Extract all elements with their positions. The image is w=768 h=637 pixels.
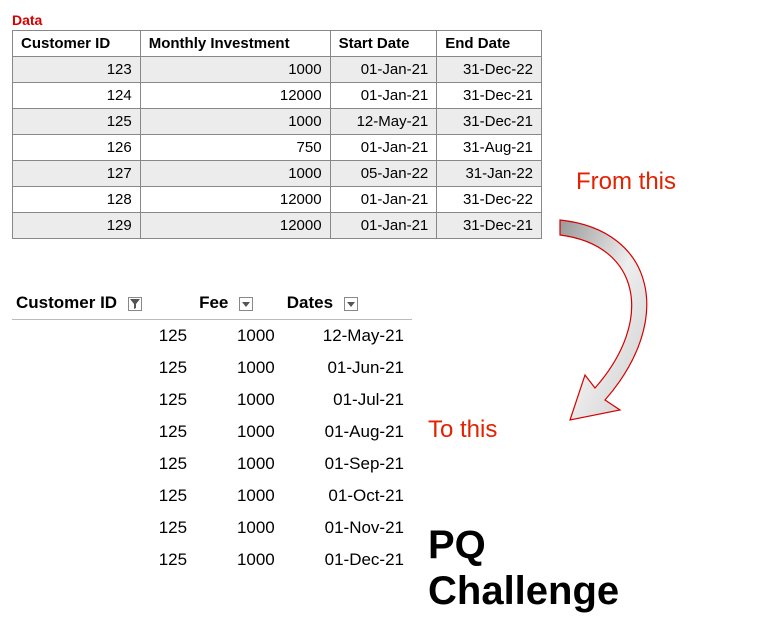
col-header-start-date: Start Date <box>330 31 437 57</box>
table-row: 12675001-Jan-2131-Aug-21 <box>13 135 542 161</box>
cell-date: 01-Jun-21 <box>283 352 412 384</box>
cell-customer-id: 126 <box>13 135 141 161</box>
table-row: 125100001-Sep-21 <box>12 448 412 480</box>
col-header-fee[interactable]: Fee <box>195 287 283 320</box>
cell-fee: 1000 <box>195 416 283 448</box>
cell-end-date: 31-Aug-21 <box>437 135 542 161</box>
table-row: 125100001-Dec-21 <box>12 544 412 576</box>
cell-start-date: 01-Jan-21 <box>330 57 437 83</box>
cell-start-date: 01-Jan-21 <box>330 213 437 239</box>
cell-customer-id: 125 <box>12 512 195 544</box>
cell-fee: 1000 <box>195 320 283 353</box>
cell-date: 01-Dec-21 <box>283 544 412 576</box>
cell-monthly-investment: 1000 <box>140 57 330 83</box>
dropdown-icon[interactable] <box>344 297 358 311</box>
to-this-label: To this <box>428 416 497 444</box>
table-row: 1241200001-Jan-2131-Dec-21 <box>13 83 542 109</box>
cell-fee: 1000 <box>195 384 283 416</box>
cell-fee: 1000 <box>195 544 283 576</box>
col-header-label: Fee <box>199 293 228 312</box>
cell-monthly-investment: 12000 <box>140 83 330 109</box>
table-row: 125100001-Jun-21 <box>12 352 412 384</box>
table-row: 125100012-May-21 <box>12 320 412 353</box>
cell-customer-id: 125 <box>12 544 195 576</box>
cell-start-date: 01-Jan-21 <box>330 135 437 161</box>
cell-end-date: 31-Dec-22 <box>437 57 542 83</box>
cell-end-date: 31-Dec-21 <box>437 109 542 135</box>
cell-date: 01-Sep-21 <box>283 448 412 480</box>
cell-fee: 1000 <box>195 448 283 480</box>
source-data-table: Customer ID Monthly Investment Start Dat… <box>12 30 542 239</box>
cell-start-date: 05-Jan-22 <box>330 161 437 187</box>
cell-customer-id: 125 <box>12 352 195 384</box>
col-header-customer-id: Customer ID <box>13 31 141 57</box>
cell-customer-id: 127 <box>13 161 141 187</box>
col-header-dates[interactable]: Dates <box>283 287 412 320</box>
table-row: 1291200001-Jan-2131-Dec-21 <box>13 213 542 239</box>
cell-customer-id: 125 <box>12 416 195 448</box>
cell-customer-id: 128 <box>13 187 141 213</box>
cell-monthly-investment: 750 <box>140 135 330 161</box>
cell-customer-id: 123 <box>13 57 141 83</box>
challenge-text: Challenge <box>428 569 619 613</box>
table-row: 125100001-Oct-21 <box>12 480 412 512</box>
table-row: 125100001-Aug-21 <box>12 416 412 448</box>
cell-start-date: 12-May-21 <box>330 109 437 135</box>
cell-monthly-investment: 12000 <box>140 213 330 239</box>
filter-icon[interactable] <box>128 297 142 311</box>
cell-start-date: 01-Jan-21 <box>330 83 437 109</box>
pq-text: PQ <box>428 523 486 567</box>
cell-start-date: 01-Jan-21 <box>330 187 437 213</box>
table-row: 125100012-May-2131-Dec-21 <box>13 109 542 135</box>
cell-customer-id: 125 <box>12 320 195 353</box>
cell-date: 01-Jul-21 <box>283 384 412 416</box>
cell-date: 01-Aug-21 <box>283 416 412 448</box>
table-row: 125100001-Jul-21 <box>12 384 412 416</box>
cell-fee: 1000 <box>195 352 283 384</box>
pq-challenge-title: PQ Challenge <box>428 522 619 614</box>
cell-customer-id: 124 <box>13 83 141 109</box>
cell-date: 12-May-21 <box>283 320 412 353</box>
cell-fee: 1000 <box>195 480 283 512</box>
cell-end-date: 31-Dec-21 <box>437 213 542 239</box>
cell-date: 01-Nov-21 <box>283 512 412 544</box>
table-row: 127100005-Jan-2231-Jan-22 <box>13 161 542 187</box>
cell-monthly-investment: 12000 <box>140 187 330 213</box>
col-header-customer-id-result[interactable]: Customer ID <box>12 287 195 320</box>
table-row: 1281200001-Jan-2131-Dec-22 <box>13 187 542 213</box>
cell-end-date: 31-Dec-22 <box>437 187 542 213</box>
col-header-end-date: End Date <box>437 31 542 57</box>
table-row: 125100001-Nov-21 <box>12 512 412 544</box>
cell-end-date: 31-Dec-21 <box>437 83 542 109</box>
cell-customer-id: 125 <box>12 480 195 512</box>
cell-customer-id: 125 <box>12 448 195 480</box>
cell-customer-id: 129 <box>13 213 141 239</box>
cell-end-date: 31-Jan-22 <box>437 161 542 187</box>
from-this-label: From this <box>576 168 676 196</box>
dropdown-icon[interactable] <box>239 297 253 311</box>
table-row: 123100001-Jan-2131-Dec-22 <box>13 57 542 83</box>
col-header-label: Dates <box>287 293 333 312</box>
cell-monthly-investment: 1000 <box>140 161 330 187</box>
cell-monthly-investment: 1000 <box>140 109 330 135</box>
cell-customer-id: 125 <box>12 384 195 416</box>
cell-fee: 1000 <box>195 512 283 544</box>
data-heading: Data <box>12 12 756 28</box>
col-header-label: Customer ID <box>16 293 117 312</box>
cell-date: 01-Oct-21 <box>283 480 412 512</box>
col-header-monthly-investment: Monthly Investment <box>140 31 330 57</box>
cell-customer-id: 125 <box>13 109 141 135</box>
result-data-table: Customer ID Fee Dates 125100012-May-2112… <box>12 287 412 576</box>
